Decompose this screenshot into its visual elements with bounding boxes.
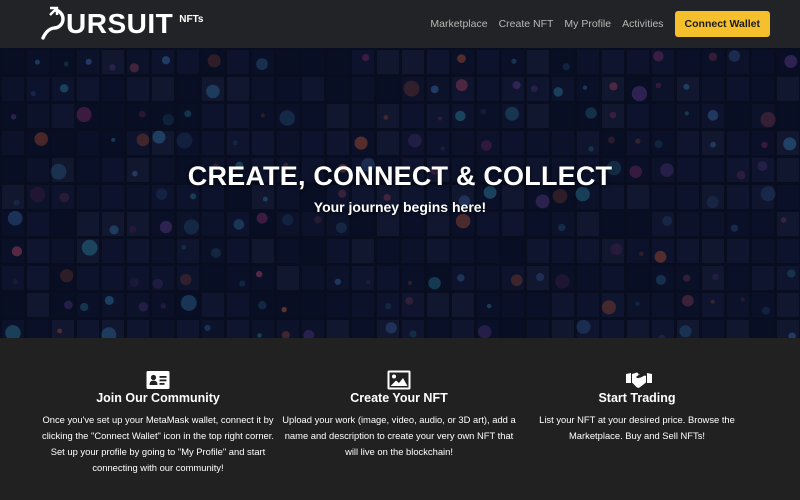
image-icon: [387, 370, 411, 390]
hero-dark-overlay: [0, 48, 800, 338]
feature-description: Upload your work (image, video, audio, o…: [282, 414, 516, 457]
nav-link-create-nft[interactable]: Create NFT: [499, 18, 554, 30]
hero-subtitle: Your journey begins here!: [313, 199, 487, 215]
nav-links: Marketplace Create NFT My Profile Activi…: [430, 0, 800, 48]
feature-description: List your NFT at your desired price. Bro…: [539, 414, 735, 441]
feature-title: Start Trading: [598, 391, 676, 405]
features-section: Join Our Community Once you've set up yo…: [0, 338, 800, 500]
feature-description: Once you've set up your MetaMask wallet,…: [42, 414, 274, 473]
feature-title: Create Your NFT: [350, 391, 448, 405]
connect-wallet-button[interactable]: Connect Wallet: [674, 11, 770, 37]
hero-nft-mosaic-background: [0, 48, 800, 338]
brand-name: URSUIT: [66, 8, 174, 39]
brand-logo[interactable]: URSUIT NFTs: [38, 5, 204, 43]
nav-link-my-profile[interactable]: My Profile: [564, 18, 611, 30]
pursuit-p-logo-icon: [38, 5, 68, 41]
id-card-icon: [146, 370, 170, 390]
nav-link-marketplace[interactable]: Marketplace: [430, 18, 487, 30]
handshake-icon: [625, 370, 652, 390]
hero-title: CREATE, CONNECT & COLLECT: [187, 161, 613, 191]
navbar: URSUIT NFTs Marketplace Create NFT My Pr…: [0, 0, 800, 48]
feature-title: Join Our Community: [96, 391, 220, 405]
hero-banner: CREATE, CONNECT & COLLECT Your journey b…: [0, 48, 800, 338]
brand-subtitle: NFTs: [179, 14, 204, 25]
nav-link-activities[interactable]: Activities: [622, 18, 663, 30]
